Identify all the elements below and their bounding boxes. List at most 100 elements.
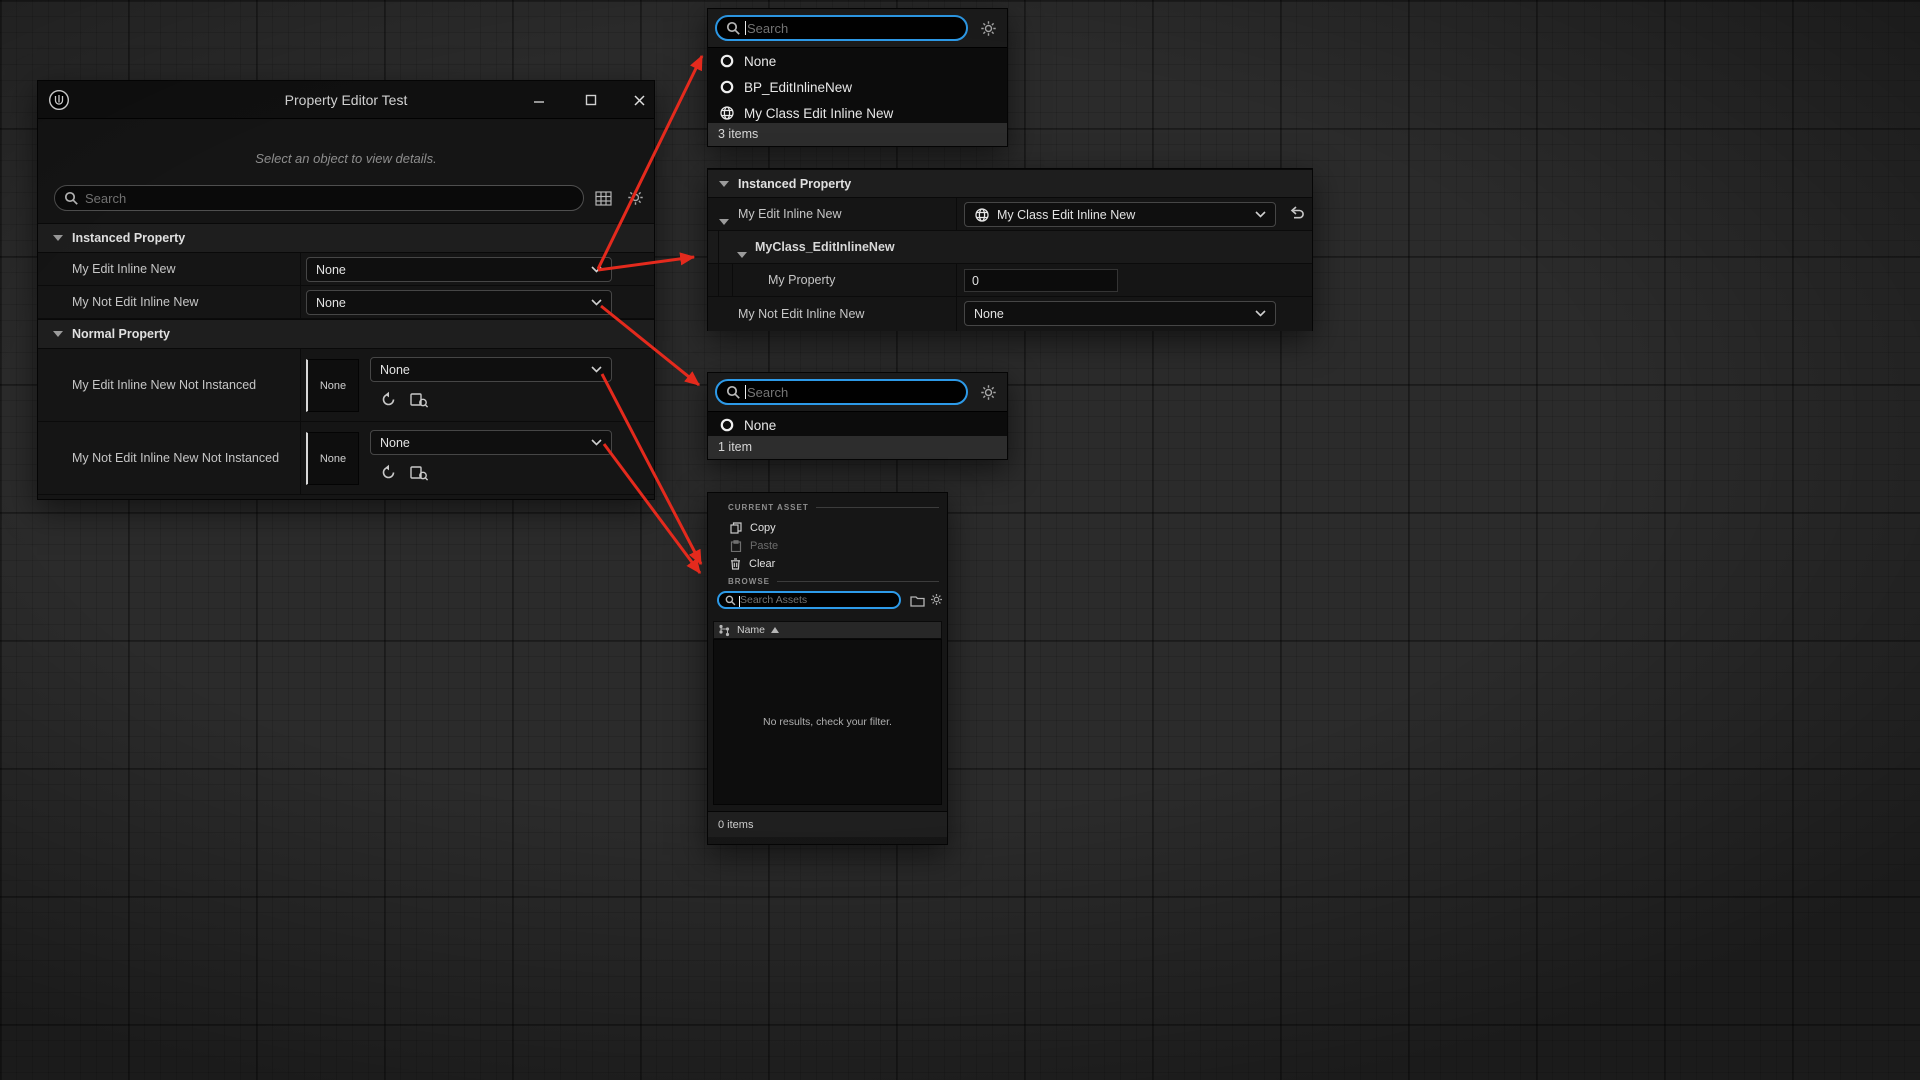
section-label: Normal Property (72, 327, 170, 341)
minimize-button[interactable] (524, 81, 554, 119)
reset-to-default-button[interactable] (1288, 205, 1305, 227)
blueprint-grid-background: Property Editor Test Select an object to… (0, 0, 1920, 1080)
browse-heading: BROWSE (728, 577, 939, 586)
dropdown-value: None (316, 296, 584, 310)
asset-results-list[interactable]: No results, check your filter. (713, 639, 942, 805)
search-input[interactable] (740, 594, 893, 606)
my-not-edit-inline-new-value-dropdown[interactable]: None (964, 301, 1276, 326)
thumbnail-label: None (320, 453, 346, 465)
asset-thumbnail[interactable]: None (306, 359, 359, 412)
hierarchy-view-icon (718, 624, 731, 637)
settings-gear-icon[interactable] (930, 593, 943, 611)
property-row: My Not Edit Inline New Not Instanced Non… (38, 422, 654, 495)
column-divider (956, 264, 957, 296)
search-input[interactable] (747, 21, 957, 36)
property-label: My Edit Inline New (72, 262, 176, 276)
option-label: BP_EditInlineNew (744, 80, 852, 95)
clear-menu-item[interactable]: Clear (730, 558, 775, 570)
dropdown-value: None (380, 363, 584, 377)
text-caret (739, 596, 740, 607)
my-edit-inline-new-not-instanced-dropdown[interactable]: None (370, 357, 612, 382)
heading-divider (777, 581, 939, 582)
asset-list-column-header[interactable]: Name (713, 621, 942, 639)
settings-gear-icon[interactable] (980, 20, 997, 42)
expander-triangle-icon (719, 181, 729, 187)
asset-search-bar[interactable] (717, 591, 901, 609)
section-header-instanced[interactable]: Instanced Property (708, 169, 1312, 198)
column-name-label: Name (737, 624, 765, 636)
paste-menu-item[interactable]: Paste (730, 540, 778, 552)
menu-item-label: Paste (750, 540, 778, 552)
chevron-down-icon (591, 439, 602, 446)
display-filter-table-icon[interactable] (595, 191, 612, 211)
expander-triangle-icon (53, 331, 63, 337)
details-search-bar[interactable] (54, 185, 584, 211)
chevron-down-icon (1255, 211, 1266, 218)
expander-triangle-icon[interactable] (737, 245, 747, 263)
use-selected-icon[interactable] (380, 464, 397, 486)
maximize-button[interactable] (576, 81, 606, 119)
my-edit-inline-new-dropdown[interactable]: None (306, 257, 612, 282)
window-titlebar[interactable]: Property Editor Test (38, 81, 654, 119)
child-object-row[interactable]: MyClass_EditInlineNew (708, 231, 1312, 264)
use-selected-icon[interactable] (380, 391, 397, 413)
class-picker-search-bar[interactable] (715, 15, 968, 41)
trash-icon (730, 558, 741, 570)
settings-gear-icon[interactable] (627, 189, 644, 211)
dropdown-value: None (316, 263, 584, 277)
undo-arrow-icon (1288, 205, 1305, 222)
class-picker-popup-small: None 1 item (707, 372, 1008, 460)
column-divider (300, 422, 301, 494)
chevron-down-icon (591, 299, 602, 306)
expander-triangle-icon[interactable] (719, 212, 729, 230)
property-label: My Not Edit Inline New Not Instanced (72, 451, 279, 465)
property-row: My Not Edit Inline New None (708, 297, 1312, 331)
browse-to-asset-icon[interactable] (410, 465, 429, 487)
search-icon (64, 191, 79, 206)
asset-thumbnail[interactable]: None (306, 432, 359, 485)
column-divider (300, 253, 301, 285)
dropdown-value: None (380, 436, 584, 450)
search-icon (726, 385, 741, 400)
column-divider (956, 297, 957, 331)
class-picker-search-bar[interactable] (715, 379, 968, 405)
class-option-bp-editinlinenew[interactable]: BP_EditInlineNew (708, 74, 1007, 100)
text-caret (745, 385, 746, 399)
class-sphere-icon (719, 105, 735, 121)
property-label: My Not Edit Inline New (72, 295, 198, 309)
my-not-edit-inline-new-not-instanced-dropdown[interactable]: None (370, 430, 612, 455)
settings-gear-icon[interactable] (980, 384, 997, 406)
search-icon (725, 595, 736, 606)
chevron-down-icon (591, 366, 602, 373)
expander-triangle-icon (53, 235, 63, 241)
field-value: 0 (972, 274, 979, 288)
property-row: My Property 0 (708, 264, 1312, 297)
details-hint-text: Select an object to view details. (38, 151, 654, 166)
class-option-none[interactable]: None (708, 48, 1007, 74)
search-input[interactable] (85, 191, 574, 206)
my-property-value-field[interactable]: 0 (964, 269, 1118, 292)
minimize-icon (533, 94, 545, 106)
copy-menu-item[interactable]: Copy (730, 522, 776, 534)
section-header-instanced[interactable]: Instanced Property (38, 223, 654, 253)
close-icon (633, 94, 646, 107)
my-not-edit-inline-new-dropdown[interactable]: None (306, 290, 612, 315)
folder-icon[interactable] (910, 594, 925, 612)
indent-guide (718, 264, 719, 296)
property-label: My Edit Inline New (738, 207, 842, 221)
my-edit-inline-new-value-dropdown[interactable]: My Class Edit Inline New (964, 202, 1276, 227)
child-object-label: MyClass_EditInlineNew (755, 240, 895, 254)
window-title: Property Editor Test (38, 81, 654, 119)
property-row: My Not Edit Inline New None (38, 286, 654, 319)
section-header-normal[interactable]: Normal Property (38, 319, 654, 349)
search-input[interactable] (747, 385, 957, 400)
option-label: My Class Edit Inline New (744, 106, 893, 121)
close-button[interactable] (624, 81, 654, 119)
option-label: None (744, 418, 776, 433)
column-divider (300, 286, 301, 318)
class-option-none[interactable]: None (708, 412, 1007, 438)
blueprint-class-icon (719, 79, 735, 95)
text-caret (745, 21, 746, 35)
column-divider (300, 349, 301, 421)
browse-to-asset-icon[interactable] (410, 392, 429, 414)
